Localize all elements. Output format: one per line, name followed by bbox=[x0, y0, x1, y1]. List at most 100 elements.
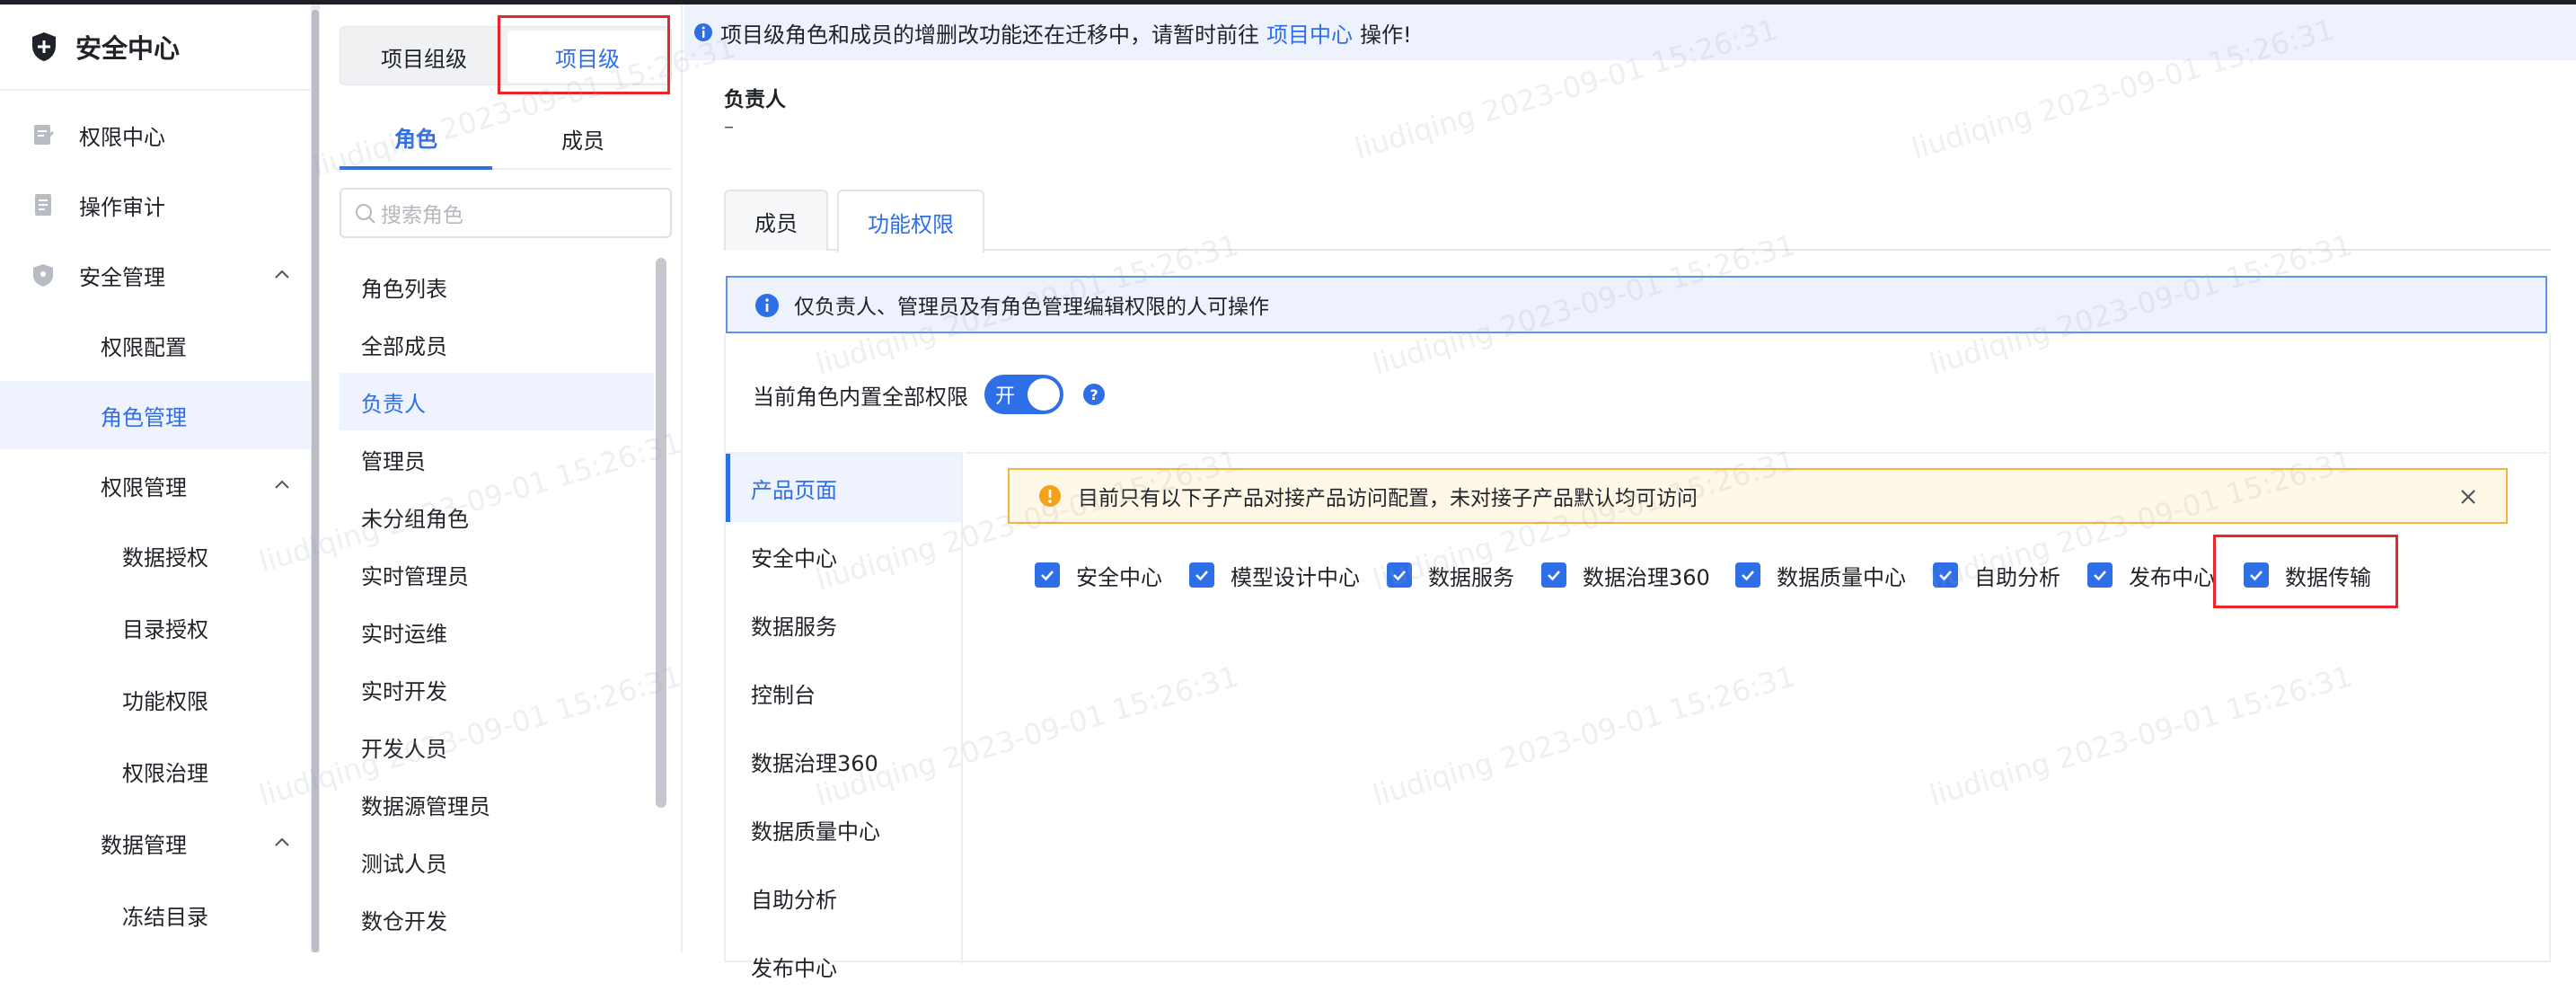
side-nav: 安全中心 权限中心 操作审计 安全管理 权限配置 角色管理 权限管理 数据授权 … bbox=[0, 4, 311, 952]
chevron-up-icon bbox=[275, 837, 289, 846]
checkbox-label: 模型设计中心 bbox=[1231, 564, 1360, 590]
audit-doc-icon bbox=[35, 194, 51, 216]
sidebar-item-catalog-authorization[interactable]: 目录授权 bbox=[0, 593, 311, 661]
sidebar-item-label: 安全管理 bbox=[79, 264, 165, 290]
role-item[interactable]: 角色列表 bbox=[340, 258, 654, 315]
info-icon bbox=[694, 23, 712, 41]
role-member-tabs: 角色 成员 bbox=[340, 107, 672, 170]
level-segmented-control: 项目组级 项目级 bbox=[340, 26, 672, 85]
tab-members[interactable]: 成员 bbox=[724, 190, 828, 251]
product-vertical-tabs: 产品页面 安全中心 数据服务 控制台 数据治理360 数据质量中心 自助分析 发… bbox=[726, 452, 963, 981]
role-item[interactable]: 实时管理员 bbox=[340, 545, 654, 603]
checkbox-self-analysis[interactable]: 自助分析 bbox=[1933, 551, 2060, 599]
role-item[interactable]: 测试人员 bbox=[340, 833, 654, 890]
sidebar-item-label: 操作审计 bbox=[79, 194, 165, 220]
sidebar-item-role-management[interactable]: 角色管理 bbox=[0, 381, 311, 449]
nav-header: 安全中心 bbox=[0, 4, 311, 91]
product-page-panel: 目前只有以下子产品对接产品访问配置，未对接子产品默认均可访问 安全中心 模型设计… bbox=[965, 452, 2551, 964]
migration-banner: 项目级角色和成员的增删改功能还在迁移中，请暂时前往 项目中心 操作! bbox=[684, 4, 2576, 60]
role-item[interactable]: 实时开发 bbox=[340, 660, 654, 718]
checkbox-data-governance[interactable]: 数据治理360 bbox=[1541, 551, 1710, 599]
main-content: 项目级角色和成员的增删改功能还在迁移中，请暂时前往 项目中心 操作! 负责人 –… bbox=[684, 4, 2576, 981]
role-item[interactable]: 开发人员 bbox=[340, 718, 654, 775]
project-center-link[interactable]: 项目中心 bbox=[1266, 17, 1353, 49]
help-icon[interactable]: ? bbox=[1083, 384, 1105, 405]
role-item[interactable]: 管理员 bbox=[340, 430, 654, 488]
sidebar-item-label: 权限配置 bbox=[101, 334, 187, 360]
role-list-scrollbar[interactable] bbox=[656, 258, 666, 808]
sidebar-item-security-management[interactable]: 安全管理 bbox=[0, 241, 311, 309]
close-icon[interactable] bbox=[2457, 486, 2479, 508]
checkbox-model-design[interactable]: 模型设计中心 bbox=[1189, 551, 1360, 599]
checkbox-label: 自助分析 bbox=[1974, 564, 2060, 590]
checkbox-security-center[interactable]: 安全中心 bbox=[1035, 551, 1162, 599]
sidebar-scrollbar[interactable] bbox=[311, 4, 320, 952]
sidebar-item-permission-management[interactable]: 权限管理 bbox=[0, 451, 311, 519]
checkbox-label: 数据传输 bbox=[2285, 564, 2371, 590]
sidebar-item-permission-config[interactable]: 权限配置 bbox=[0, 311, 311, 379]
check-icon bbox=[2244, 562, 2269, 588]
banner-suffix: 操作! bbox=[1360, 22, 1412, 48]
checkbox-data-quality[interactable]: 数据质量中心 bbox=[1735, 551, 1906, 599]
role-item[interactable]: 全部成员 bbox=[340, 315, 654, 373]
checkbox-data-transfer[interactable]: 数据传输 bbox=[2244, 551, 2371, 599]
vtab-data-quality[interactable]: 数据质量中心 bbox=[726, 795, 961, 863]
tab-member[interactable]: 成员 bbox=[507, 107, 659, 170]
vtab-product-page[interactable]: 产品页面 bbox=[726, 454, 961, 522]
checkbox-label: 发布中心 bbox=[2129, 564, 2215, 590]
product-checkbox-group: 安全中心 模型设计中心 数据服务 数据治理360 数据质量中心 自助分析 发布中… bbox=[1035, 535, 2508, 608]
toggle-on-text: 开 bbox=[995, 385, 1016, 408]
toggle-knob bbox=[1028, 378, 1060, 411]
check-icon bbox=[2087, 562, 2113, 588]
sidebar-item-frozen-catalog[interactable]: 冻结目录 bbox=[0, 881, 311, 949]
check-icon bbox=[1189, 562, 1214, 588]
sidebar-item-label: 数据管理 bbox=[101, 832, 187, 858]
role-item[interactable]: 未分组角色 bbox=[340, 488, 654, 545]
sidebar-item-data-authorization[interactable]: 数据授权 bbox=[0, 521, 311, 589]
role-list: 角色列表 全部成员 负责人 管理员 未分组角色 实时管理员 实时运维 实时开发 … bbox=[340, 258, 654, 948]
sidebar-item-label: 权限中心 bbox=[79, 124, 165, 150]
warning-text: 目前只有以下子产品对接产品访问配置，未对接子产品默认均可访问 bbox=[1078, 487, 1698, 510]
builtin-permission-toggle[interactable]: 开 bbox=[984, 375, 1063, 414]
checkbox-label: 数据治理360 bbox=[1583, 564, 1710, 590]
checkbox-label: 数据服务 bbox=[1428, 564, 1514, 590]
sidebar-item-permission-center[interactable]: 权限中心 bbox=[0, 101, 311, 169]
permission-card: 当前角色内置全部权限 开 ? 产品页面 安全中心 数据服务 控制台 数据治理36… bbox=[724, 333, 2551, 981]
vtab-publish-center[interactable]: 发布中心 bbox=[726, 932, 961, 1000]
sidebar-item-permission-governance[interactable]: 权限治理 bbox=[0, 737, 311, 805]
info-alert: 仅负责人、管理员及有角色管理编辑权限的人可操作 bbox=[726, 276, 2547, 333]
role-item-selected[interactable]: 负责人 bbox=[340, 373, 654, 430]
checkbox-label: 数据质量中心 bbox=[1777, 564, 1906, 590]
vtab-self-analysis[interactable]: 自助分析 bbox=[726, 863, 961, 932]
tab-function-permission[interactable]: 功能权限 bbox=[837, 190, 984, 252]
vtab-console[interactable]: 控制台 bbox=[726, 659, 961, 727]
checkbox-data-service[interactable]: 数据服务 bbox=[1387, 551, 1514, 599]
role-item[interactable]: 数仓开发 bbox=[340, 890, 654, 948]
sidebar-item-function-permission[interactable]: 功能权限 bbox=[0, 665, 311, 733]
info-alert-text: 仅负责人、管理员及有角色管理编辑权限的人可操作 bbox=[794, 296, 1269, 319]
search-icon bbox=[356, 204, 375, 224]
checkbox-publish-center[interactable]: 发布中心 bbox=[2087, 551, 2215, 599]
info-icon bbox=[755, 294, 779, 317]
warning-icon bbox=[1039, 485, 1061, 507]
role-search-input[interactable]: 搜索角色 bbox=[340, 188, 672, 238]
role-item[interactable]: 数据源管理员 bbox=[340, 775, 654, 833]
project-group-level-button[interactable]: 项目组级 bbox=[344, 31, 504, 83]
content-tabs: 成员 功能权限 bbox=[724, 190, 2551, 252]
sidebar-item-label: 角色管理 bbox=[101, 404, 187, 430]
sidebar-item-data-management[interactable]: 数据管理 bbox=[0, 809, 311, 877]
vtab-data-service[interactable]: 数据服务 bbox=[726, 590, 961, 659]
scrollbar-thumb[interactable] bbox=[312, 10, 319, 952]
check-icon bbox=[1735, 562, 1760, 588]
sidebar-item-operation-audit[interactable]: 操作审计 bbox=[0, 171, 311, 239]
tab-role[interactable]: 角色 bbox=[340, 107, 492, 170]
role-item[interactable]: 实时运维 bbox=[340, 603, 654, 660]
check-icon bbox=[1387, 562, 1412, 588]
project-level-button[interactable]: 项目级 bbox=[507, 31, 667, 83]
check-icon bbox=[1933, 562, 1958, 588]
warning-alert: 目前只有以下子产品对接产品访问配置，未对接子产品默认均可访问 bbox=[1008, 468, 2508, 524]
vtab-security-center[interactable]: 安全中心 bbox=[726, 522, 961, 590]
toggle-label: 当前角色内置全部权限 bbox=[753, 384, 968, 410]
vtab-data-governance[interactable]: 数据治理360 bbox=[726, 727, 961, 795]
sidebar-item-label: 权限治理 bbox=[122, 760, 208, 786]
